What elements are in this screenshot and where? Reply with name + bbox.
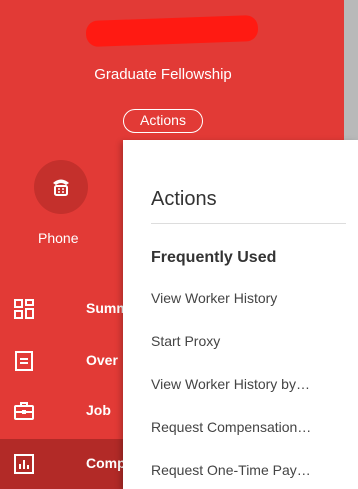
summary-grid-icon [14, 299, 34, 319]
nav-item-label: Job [86, 402, 111, 418]
menu-item-view-worker-history[interactable]: View Worker History [151, 290, 351, 306]
nav-item-overview[interactable]: Over [0, 336, 130, 386]
phone-icon [53, 179, 69, 196]
briefcase-icon [14, 402, 34, 420]
nav-item-compensation[interactable]: Comp [0, 439, 130, 489]
overview-doc-icon [15, 351, 33, 371]
menu-divider [151, 223, 346, 224]
phone-button[interactable] [34, 160, 88, 214]
nav-item-label: Comp [86, 455, 126, 471]
menu-item-view-worker-history-by[interactable]: View Worker History by… [151, 376, 351, 392]
actions-button[interactable]: Actions [123, 109, 203, 133]
menu-item-start-proxy[interactable]: Start Proxy [151, 333, 351, 349]
actions-menu: Actions Frequently Used View Worker Hist… [123, 140, 358, 489]
nav-item-label: Over [86, 352, 118, 368]
menu-section-title: Frequently Used [151, 249, 277, 266]
phone-label: Phone [38, 230, 79, 246]
menu-item-request-compensation[interactable]: Request Compensation… [151, 419, 351, 435]
worker-role-title: Graduate Fellowship [94, 66, 232, 83]
menu-item-request-one-time-payment[interactable]: Request One-Time Pay… [151, 462, 351, 478]
nav-item-summary[interactable]: Summ [0, 284, 130, 334]
nav-item-job[interactable]: Job [0, 386, 130, 436]
redacted-name [85, 15, 259, 47]
menu-title: Actions [151, 188, 217, 210]
bar-chart-icon [14, 454, 34, 474]
